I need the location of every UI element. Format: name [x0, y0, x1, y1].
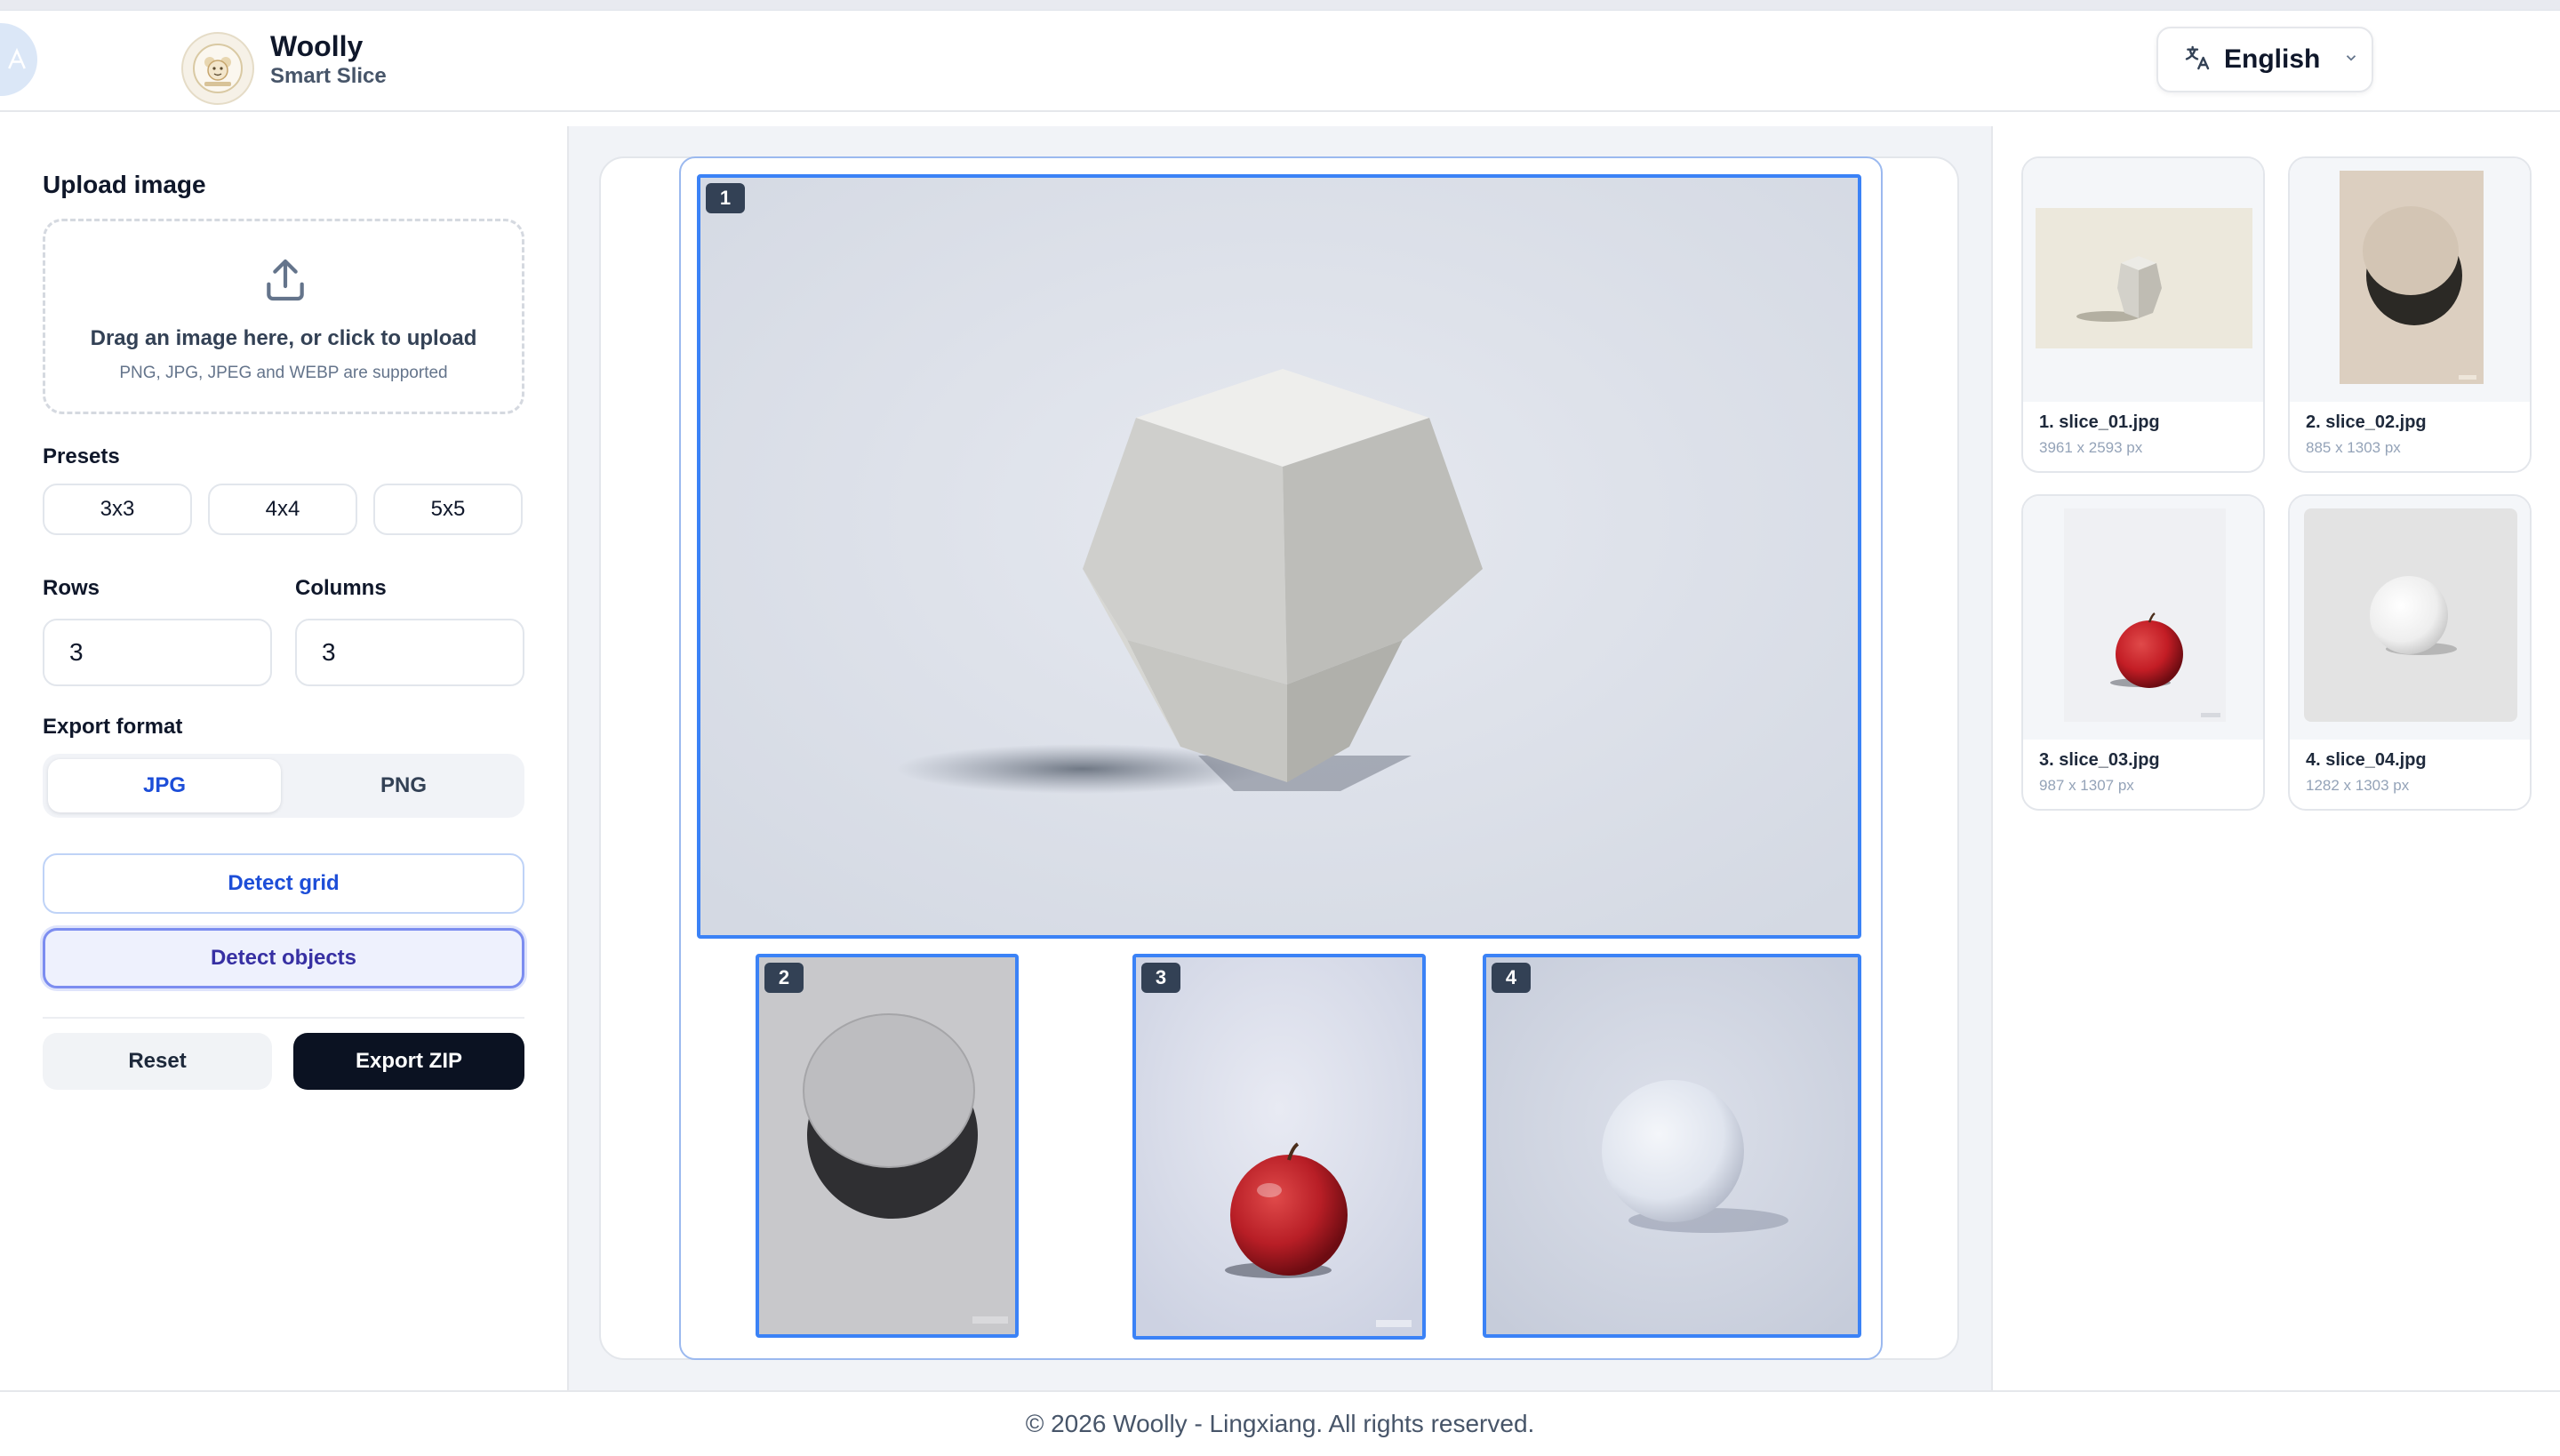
rows-label: Rows: [43, 576, 100, 600]
thumbnail-filename: 3. slice_03.jpg: [2039, 750, 2160, 770]
thumbnail-image: [2340, 171, 2484, 384]
columns-input[interactable]: 3: [295, 619, 524, 686]
rows-input[interactable]: 3: [43, 619, 272, 686]
brand-name: Woolly: [270, 30, 364, 62]
thumbnail-dimensions: 3961 x 2593 px: [2039, 439, 2143, 456]
top-edge: [0, 0, 2560, 11]
thumbnail-image: [2036, 208, 2252, 348]
export-zip-button[interactable]: Export ZIP: [293, 1033, 524, 1090]
upload-hint: PNG, JPG, JPEG and WEBP are supported: [119, 364, 448, 382]
translate-corner-icon: [0, 23, 37, 96]
slice-thumbnail-2[interactable]: 2. slice_02.jpg 885 x 1303 px: [2288, 156, 2532, 473]
detect-grid-button[interactable]: Detect grid: [43, 853, 524, 914]
slice-number-badge: 1: [706, 183, 745, 213]
format-png-option[interactable]: PNG: [288, 759, 519, 812]
slice-number-badge: 2: [764, 963, 804, 993]
brand-logo: [181, 32, 254, 105]
slice-number-badge: 4: [1492, 963, 1531, 993]
preset-5x5-button[interactable]: 5x5: [373, 484, 523, 535]
divider: [43, 1017, 524, 1019]
columns-label: Columns: [295, 576, 387, 600]
chevron-down-icon: [2343, 50, 2359, 70]
thumbnail-dimensions: 1282 x 1303 px: [2306, 777, 2410, 794]
app-header: Woolly Smart Slice English: [0, 11, 2560, 112]
upload-label: Upload image: [43, 171, 206, 198]
thumbnail-image: [2304, 508, 2517, 722]
upload-title: Drag an image here, or click to upload: [90, 326, 477, 350]
slice-thumbnail-1[interactable]: 1. slice_01.jpg 3961 x 2593 px: [2021, 156, 2265, 473]
language-selector[interactable]: English: [2156, 27, 2373, 92]
slice-region-3[interactable]: 3: [1132, 954, 1426, 1340]
export-format-label: Export format: [43, 715, 183, 739]
thumbnail-filename: 1. slice_01.jpg: [2039, 412, 2160, 432]
slice-thumbnail-4[interactable]: 4. slice_04.jpg 1282 x 1303 px: [2288, 494, 2532, 811]
footer: © 2026 Woolly - Lingxiang. All rights re…: [0, 1390, 2560, 1456]
presets-label: Presets: [43, 444, 120, 468]
detect-objects-button[interactable]: Detect objects: [43, 928, 524, 988]
copyright-text: © 2026 Woolly - Lingxiang. All rights re…: [1025, 1410, 1535, 1437]
translate-icon: [2183, 44, 2212, 76]
upload-icon: [260, 255, 310, 309]
slice-region-1[interactable]: 1: [697, 174, 1861, 939]
slice-thumbnail-3[interactable]: 3. slice_03.jpg 987 x 1307 px: [2021, 494, 2265, 811]
slice-number-badge: 3: [1141, 963, 1180, 993]
thumbnail-filename: 4. slice_04.jpg: [2306, 750, 2427, 770]
preset-4x4-button[interactable]: 4x4: [208, 484, 357, 535]
preset-3x3-button[interactable]: 3x3: [43, 484, 192, 535]
reset-button[interactable]: Reset: [43, 1033, 272, 1090]
thumbnail-image: [2064, 508, 2226, 722]
format-jpg-option[interactable]: JPG: [48, 759, 281, 812]
thumbnail-dimensions: 987 x 1307 px: [2039, 777, 2134, 794]
slice-region-2[interactable]: 2: [756, 954, 1019, 1338]
brand-subtitle: Smart Slice: [270, 64, 387, 88]
format-toggle: JPG PNG: [43, 754, 524, 818]
slice-region-4[interactable]: 4: [1483, 954, 1861, 1338]
thumbnail-filename: 2. slice_02.jpg: [2306, 412, 2427, 432]
upload-dropzone[interactable]: Drag an image here, or click to upload P…: [43, 219, 524, 414]
language-label: English: [2224, 44, 2321, 74]
thumbnail-dimensions: 885 x 1303 px: [2306, 439, 2401, 456]
